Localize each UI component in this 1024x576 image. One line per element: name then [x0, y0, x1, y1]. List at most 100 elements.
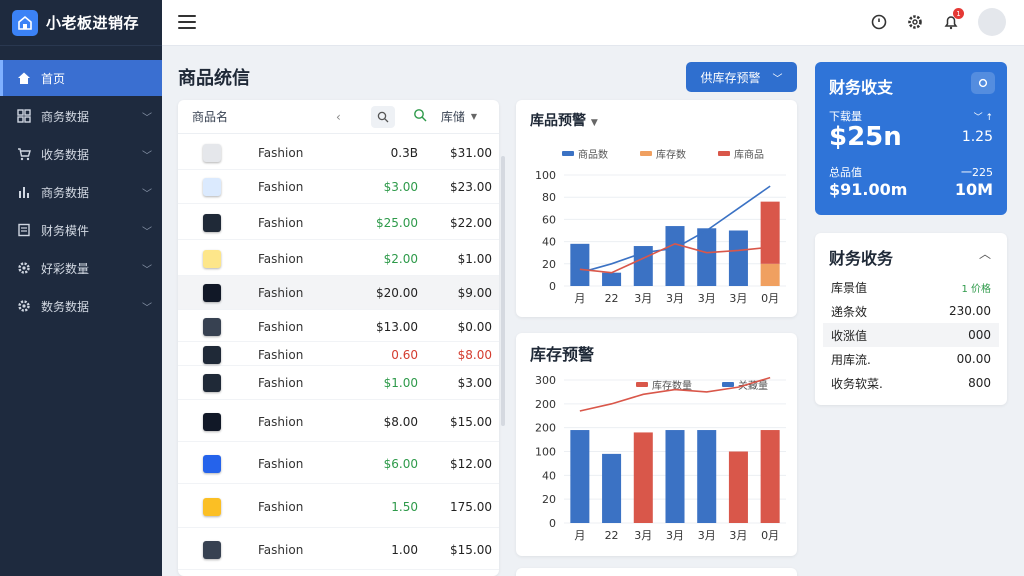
- y-tick-label: 300: [535, 374, 556, 387]
- search-icon[interactable]: [869, 12, 889, 32]
- sidebar-item-statistics[interactable]: 商务数据 ﹀: [0, 174, 162, 210]
- ledger-row[interactable]: 收务软菜. 800: [823, 371, 999, 395]
- bar[interactable]: [633, 432, 653, 523]
- product-stock: $15.00: [450, 542, 492, 557]
- table-row[interactable]: Fashion 1.00 $15.00: [178, 530, 499, 570]
- ledger-row[interactable]: 用库流. 00.00: [823, 347, 999, 371]
- settings-icon[interactable]: [971, 72, 995, 94]
- table-row[interactable]: Fashion $2.00 $1.00: [178, 242, 499, 276]
- scrollbar[interactable]: [501, 156, 505, 426]
- column-header-stock[interactable]: 库储: [441, 108, 465, 125]
- product-price: $6.00: [383, 456, 418, 471]
- menu-toggle-icon[interactable]: [178, 14, 196, 30]
- chevron-down-icon: ﹀: [142, 264, 152, 276]
- table-row[interactable]: Fashion 0.3B $31.00: [178, 136, 499, 170]
- product-name: Fashion: [258, 347, 304, 362]
- ledger-row[interactable]: 收涨值 000: [823, 323, 999, 347]
- sidebar-item-business-data[interactable]: 商务数据 ﹀: [0, 98, 162, 134]
- bar[interactable]: [602, 272, 622, 286]
- product-name: Fashion: [258, 319, 304, 334]
- chevron-down-icon: ﹀: [142, 226, 152, 238]
- inventory-filter-select[interactable]: 供库存预警 ﹀: [686, 62, 797, 92]
- bar[interactable]: [697, 228, 717, 286]
- sidebar-item-settings[interactable]: 数务数据 ﹀: [0, 288, 162, 324]
- bar[interactable]: [570, 243, 590, 286]
- ledger-label: 用库流.: [831, 352, 871, 367]
- product-name: Fashion: [258, 456, 304, 471]
- search-icon[interactable]: [370, 105, 395, 128]
- bar[interactable]: [760, 201, 780, 264]
- table-row[interactable]: Fashion $13.00 $0.00: [178, 312, 499, 342]
- chevron-up-icon[interactable]: ︿: [979, 245, 991, 262]
- table-row[interactable]: Fashion $8.00 $15.00: [178, 402, 499, 442]
- ledger-label: 递条效: [831, 304, 868, 319]
- y-tick-label: 20: [542, 258, 556, 271]
- product-stock: $0.00: [457, 319, 492, 334]
- chart-plot: 30020020010040200月 22 3月 3月 3月 3月 0月: [535, 374, 786, 542]
- bar[interactable]: [602, 453, 622, 523]
- product-thumbnail-icon: [196, 246, 228, 272]
- product-price: $3.00: [383, 179, 418, 194]
- x-tick-label: 0月: [761, 529, 779, 542]
- ledger-label: 收务软菜.: [831, 376, 883, 391]
- product-price: $20.00: [376, 285, 418, 300]
- product-thumbnail-icon: [196, 314, 228, 340]
- finance-side-label: 一225: [961, 166, 993, 179]
- bar[interactable]: [697, 430, 717, 523]
- gear-icon[interactable]: [905, 12, 925, 32]
- bar[interactable]: [760, 263, 780, 286]
- table-row[interactable]: Fashion $3.00 $23.00: [178, 170, 499, 204]
- product-stock: 175.00: [450, 499, 492, 514]
- store-logo-icon: [12, 9, 38, 36]
- chevron-down-icon: ﹀: [142, 188, 152, 200]
- bar[interactable]: [760, 430, 780, 523]
- x-tick-label: 3月: [729, 292, 747, 305]
- y-tick-label: 40: [542, 469, 556, 482]
- inventory-filter-label: 供库存预警: [700, 70, 761, 85]
- product-thumbnail-icon: [196, 370, 228, 396]
- bell-icon[interactable]: 1: [941, 8, 964, 32]
- table-row[interactable]: Fashion $25.00 $22.00: [178, 206, 499, 240]
- x-tick-label: 3月: [666, 292, 684, 305]
- bar[interactable]: [665, 226, 685, 286]
- x-tick-label: 22: [605, 529, 619, 542]
- table-row[interactable]: Fashion $1.00 $3.00: [178, 366, 499, 400]
- sidebar-item-label: 数务数据: [41, 299, 90, 314]
- ledger-row[interactable]: 库景值 1 价格: [823, 275, 999, 299]
- sidebar-item-label: 好彩数量: [41, 261, 90, 276]
- product-name: Fashion: [258, 145, 304, 160]
- bar[interactable]: [728, 451, 748, 524]
- sidebar-item-quantity[interactable]: 好彩数量 ﹀: [0, 250, 162, 286]
- bar[interactable]: [728, 230, 748, 287]
- chevron-down-icon[interactable]: ﹀ ↑: [974, 110, 993, 123]
- table-row[interactable]: Fashion $20.00 $9.00: [178, 276, 499, 310]
- table-row[interactable]: Fashion 0.60 $8.00: [178, 344, 499, 366]
- avatar[interactable]: [978, 8, 1006, 36]
- ledger-value: 230.00: [949, 304, 991, 318]
- product-price: 0.3B: [390, 145, 418, 160]
- product-thumbnail-icon: [196, 537, 228, 563]
- next-card-edge: [516, 568, 797, 576]
- sidebar-item-home[interactable]: 首页: [0, 60, 162, 96]
- ledger-row[interactable]: 递条效 230.00: [823, 299, 999, 323]
- finance-secondary-value: $91.00m: [829, 180, 908, 199]
- bar[interactable]: [570, 430, 590, 523]
- ledger-label: 库景值: [831, 280, 868, 295]
- sidebar-item-sales-data[interactable]: 收务数据 ﹀: [0, 136, 162, 172]
- finance-label: 总品值: [829, 166, 862, 179]
- grid-icon: [16, 108, 32, 124]
- brand[interactable]: 小老板进销存: [0, 0, 162, 46]
- sort-down-icon[interactable]: ▼: [471, 112, 477, 121]
- chevron-left-icon[interactable]: ‹: [336, 110, 341, 124]
- product-thumbnail-icon: [196, 451, 228, 477]
- table-row[interactable]: Fashion 1.50 175.00: [178, 486, 499, 528]
- bar[interactable]: [665, 430, 685, 523]
- table-row[interactable]: Fashion $6.00 $12.00: [178, 444, 499, 484]
- y-tick-label: 20: [542, 493, 556, 506]
- product-price: $25.00: [376, 215, 418, 230]
- sidebar: 小老板进销存 首页 商务数据 ﹀ 收务数据 ﹀ 商务数据 ﹀ 财务模件 ﹀ 好彩…: [0, 0, 162, 576]
- gear-icon: [16, 260, 32, 276]
- sidebar-item-finance[interactable]: 财务模件 ﹀: [0, 212, 162, 248]
- finance-title: 财务收支: [829, 78, 894, 97]
- filter-search-icon[interactable]: [413, 108, 427, 125]
